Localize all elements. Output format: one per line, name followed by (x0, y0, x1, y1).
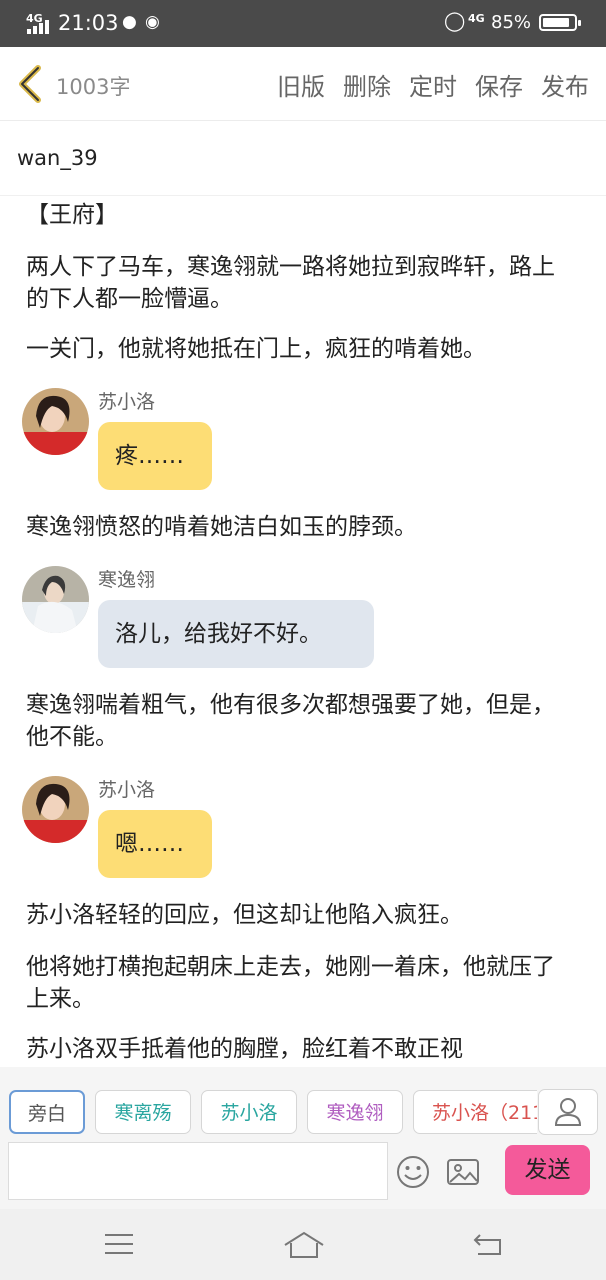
schedule-button[interactable]: 定时 (409, 67, 457, 102)
person-icon[interactable] (538, 1089, 598, 1135)
author-name: wan_39 (17, 146, 98, 170)
network-type-secondary: 4G (468, 12, 485, 25)
narration-paragraph: 两人下了马车，寒逸翎就一路将她拉到寂晔轩，路上的下人都一脸懵逼。 (26, 254, 555, 312)
clock: 21:03 (58, 11, 119, 35)
system-nav-bar (0, 1209, 606, 1280)
story-content[interactable]: 【王府】 两人下了马车，寒逸翎就一路将她拉到寂晔轩，路上的下人都一脸懵逼。 一关… (0, 196, 606, 1066)
word-count: 1003字 (56, 75, 131, 99)
delete-button[interactable]: 删除 (343, 67, 391, 102)
editor-toolbar: 1003字 旧版 删除 定时 保存 发布 (0, 47, 606, 121)
role-chip[interactable]: 苏小洛（211 (413, 1090, 537, 1134)
dialogue-bubble[interactable]: 嗯…… (98, 810, 212, 878)
back-arrow-icon[interactable] (472, 1231, 504, 1257)
battery-icon (539, 14, 581, 31)
qq-notification-icon: ● (122, 12, 137, 32)
old-version-button[interactable]: 旧版 (277, 67, 325, 102)
speaker-name: 苏小洛 (98, 779, 156, 801)
author-row: wan_39 (0, 121, 606, 196)
role-chip[interactable]: 旁白 (9, 1090, 85, 1134)
speaker-name: 苏小洛 (98, 391, 156, 413)
dialogue-row: 苏小洛 嗯…… (22, 776, 582, 896)
avatar-su-xiaoluo[interactable] (22, 388, 89, 455)
toolbar-actions: 旧版 删除 定时 保存 发布 (277, 67, 589, 102)
role-chip[interactable]: 寒离殇 (95, 1090, 191, 1134)
avatar-su-xiaoluo[interactable] (22, 776, 89, 843)
dialogue-bubble[interactable]: 洛儿，给我好不好。 (98, 600, 374, 668)
speaker-name: 寒逸翎 (98, 569, 156, 591)
signal-icon (27, 20, 51, 34)
role-chip-list[interactable]: 旁白 寒离殇 苏小洛 寒逸翎 苏小洛（211 (9, 1090, 537, 1138)
dialogue-bubble[interactable]: 疼…… (98, 422, 212, 490)
send-button[interactable]: 发送 (505, 1145, 590, 1195)
wechat-notification-icon: ◉ (145, 12, 160, 32)
message-input[interactable] (8, 1142, 388, 1200)
narration-paragraph: 一关门，他就将她抵在门上，疯狂的啃着她。 (26, 336, 486, 362)
narration-location: 【王府】 (26, 202, 118, 228)
avatar-han-yiling[interactable] (22, 566, 89, 633)
role-chip[interactable]: 苏小洛 (201, 1090, 297, 1134)
narration-paragraph: 寒逸翎喘着粗气，他有很多次都想强要了她，但是，他不能。 (26, 692, 555, 750)
narration-paragraph: 苏小洛双手抵着他的胸膛，脸红着不敢正视 (26, 1036, 463, 1062)
smiley-icon[interactable] (396, 1155, 430, 1189)
dialogue-row: 苏小洛 疼…… (22, 388, 582, 508)
image-icon[interactable] (446, 1157, 480, 1187)
dialogue-row: 寒逸翎 洛儿，给我好不好。 (22, 566, 582, 686)
narration-paragraph: 他将她打横抱起朝床上走去，她刚一着床，他就压了上来。 (26, 954, 555, 1012)
narration-paragraph: 寒逸翎愤怒的啃着她洁白如玉的脖颈。 (26, 514, 417, 540)
battery-percent: 85% (491, 12, 532, 33)
role-chip[interactable]: 寒逸翎 (307, 1090, 403, 1134)
chevron-left-icon[interactable] (14, 64, 46, 104)
composer-panel: 旁白 寒离殇 苏小洛 寒逸翎 苏小洛（211 发送 (0, 1067, 606, 1209)
alarm-icon: ◯ (444, 10, 466, 32)
menu-icon[interactable] (103, 1231, 135, 1257)
save-button[interactable]: 保存 (475, 67, 523, 102)
publish-button[interactable]: 发布 (541, 67, 589, 102)
status-bar: 4G 21:03 ● ◉ ◯ 4G 85% (0, 0, 606, 47)
narration-paragraph: 苏小洛轻轻的回应，但这却让他陷入疯狂。 (26, 902, 463, 928)
home-icon[interactable] (283, 1231, 325, 1259)
